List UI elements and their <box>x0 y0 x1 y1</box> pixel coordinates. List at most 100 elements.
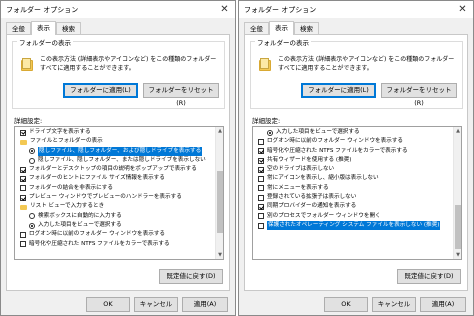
settings-category: リスト ビューで入力するとき <box>16 202 216 211</box>
settings-list-items: ドライブ文字を表示する ファイルとフォルダーの表示 隠しファイル、隠しフォルダー、お… <box>16 128 216 249</box>
tab-strip: 全般 表示 検索 <box>244 21 319 35</box>
settings-option-label: 入力した項目をビューで選択する <box>276 129 360 135</box>
apply-button[interactable]: 適用(A) <box>420 297 466 312</box>
settings-option[interactable]: 別のプロセスでフォルダー ウィンドウを開く <box>254 212 454 221</box>
checkbox[interactable] <box>258 176 264 183</box>
cancel-button[interactable]: キャンセル <box>372 297 416 312</box>
apply-to-folders-button[interactable]: フォルダーに適用(L) <box>301 83 376 98</box>
advanced-settings-label: 詳細設定: <box>14 117 43 125</box>
settings-list-items: 入力した項目をビューで選択するログオン時に以前のフォルダー ウィンドウを表示する… <box>254 128 454 231</box>
dialog-footer: OK キャンセル 適用(A) <box>239 295 473 313</box>
settings-option[interactable]: フォルダーの結合を非表示にする <box>16 184 216 193</box>
settings-option[interactable]: 隠しファイル、隠しフォルダー、または隠しドライブを表示しない <box>16 156 216 165</box>
settings-option-label: プレビュー ウィンドウでプレビューのハンドラーを表示する <box>29 194 182 201</box>
chevron-up-icon[interactable]: ▲ <box>216 127 223 135</box>
scroll-thumb[interactable] <box>455 205 461 249</box>
settings-option[interactable]: ログオン時に以前のフォルダー ウィンドウを表示する <box>254 137 454 146</box>
settings-option[interactable]: 検索ボックスに自動的に入力する <box>16 212 216 221</box>
folder-icon <box>259 58 271 72</box>
scroll-thumb[interactable] <box>217 171 223 233</box>
radio-button[interactable] <box>29 213 35 220</box>
settings-option[interactable]: 暗号化や圧縮された NTFS ファイルをカラーで表示する <box>254 147 454 156</box>
reset-folders-button[interactable]: フォルダーをリセット(R) <box>381 83 457 107</box>
settings-option[interactable]: 入力した項目をビューで選択する <box>254 128 454 137</box>
checkbox-checked[interactable] <box>20 194 26 201</box>
settings-option[interactable]: ドライブ文字を表示する <box>16 128 216 137</box>
settings-option-label: 登録されている拡張子は表示しない <box>267 194 357 201</box>
apply-to-folders-button[interactable]: フォルダーに適用(L) <box>63 83 138 98</box>
chevron-down-icon[interactable]: ▼ <box>216 251 223 259</box>
settings-option[interactable]: 登録されている拡張子は表示しない <box>254 193 454 202</box>
advanced-settings-list[interactable]: ドライブ文字を表示する ファイルとフォルダーの表示 隠しファイル、隠しフォルダー、お… <box>14 126 224 260</box>
radio-selected[interactable] <box>29 148 35 155</box>
checkbox-checked[interactable] <box>20 129 26 136</box>
folder-options-window-left: フォルダー オプション ✕ 全般 表示 検索 フォルダーの表示 この表示方法 (… <box>0 0 236 316</box>
settings-option[interactable]: 隠しファイル、隠しフォルダー、および隠しドライブを表示する <box>16 146 216 156</box>
settings-option-label: 隠しファイル、隠しフォルダー、および隠しドライブを表示する <box>38 146 203 156</box>
ok-button[interactable]: OK <box>324 297 368 312</box>
settings-option[interactable]: 同期プロバイダーの通知を表示する <box>254 202 454 211</box>
radio-selected[interactable] <box>267 129 273 136</box>
settings-option[interactable]: ログオン時に以前のフォルダー ウィンドウを表示する <box>16 230 216 239</box>
folder-icon <box>20 205 27 211</box>
checkbox[interactable] <box>258 213 264 220</box>
close-icon[interactable]: ✕ <box>218 3 231 16</box>
settings-option-label: 保護されたオペレーティング システム ファイルを表示しない (推奨) <box>267 220 441 231</box>
tab-general[interactable]: 全般 <box>6 22 31 34</box>
settings-option[interactable]: 常にアイコンを表示し、縮小版は表示しない <box>254 174 454 183</box>
tab-view[interactable]: 表示 <box>269 21 294 35</box>
apply-button[interactable]: 適用(A) <box>182 297 228 312</box>
checkbox-checked[interactable] <box>20 176 26 183</box>
settings-option[interactable]: 常にメニューを表示する <box>254 184 454 193</box>
checkbox[interactable] <box>20 241 26 248</box>
window-title: フォルダー オプション <box>6 5 79 14</box>
folder-icon <box>21 58 33 72</box>
settings-option[interactable]: 保護されたオペレーティング システム ファイルを表示しない (推奨) <box>254 220 454 231</box>
settings-option-label: 隠しファイル、隠しフォルダー、または隠しドライブを表示しない <box>38 156 206 163</box>
scrollbar[interactable]: ▲ ▼ <box>215 127 223 259</box>
tab-search[interactable]: 検索 <box>56 22 81 34</box>
checkbox[interactable] <box>258 222 264 229</box>
settings-option-label: ドライブ文字を表示する <box>29 129 91 135</box>
advanced-settings-list[interactable]: 入力した項目をビューで選択するログオン時に以前のフォルダー ウィンドウを表示する… <box>252 126 462 260</box>
settings-option[interactable]: 共有ウィザードを使用する (推奨) <box>254 156 454 165</box>
settings-option-label: 暗号化や圧縮された NTFS ファイルをカラーで表示する <box>267 147 408 154</box>
close-icon[interactable]: ✕ <box>456 3 469 16</box>
settings-option[interactable]: 入力した項目をビューで選択する <box>16 221 216 230</box>
restore-defaults-button[interactable]: 既定値に戻す(D) <box>397 269 461 284</box>
tab-search[interactable]: 検索 <box>294 22 319 34</box>
cancel-button[interactable]: キャンセル <box>134 297 178 312</box>
settings-option-label: フォルダーの結合を非表示にする <box>29 184 113 191</box>
restore-defaults-button[interactable]: 既定値に戻す(D) <box>159 269 223 284</box>
view-tab-panel: フォルダーの表示 この表示方法 (詳細表示やアイコンなど) をこの種類のフォルダ… <box>6 34 230 291</box>
checkbox-checked[interactable] <box>258 166 264 173</box>
reset-folders-button[interactable]: フォルダーをリセット(R) <box>143 83 219 107</box>
checkbox-checked[interactable] <box>258 157 264 164</box>
advanced-settings-label: 詳細設定: <box>252 117 281 125</box>
settings-option-label: ログオン時に以前のフォルダー ウィンドウを表示する <box>267 138 404 145</box>
chevron-down-icon[interactable]: ▼ <box>454 251 461 259</box>
settings-option[interactable]: フォルダーとデスクトップの項目の説明をポップアップで表示する <box>16 165 216 174</box>
settings-option-label: 常にメニューを表示する <box>267 184 329 191</box>
checkbox-checked[interactable] <box>258 148 264 155</box>
settings-option[interactable]: プレビュー ウィンドウでプレビューのハンドラーを表示する <box>16 193 216 202</box>
checkbox[interactable] <box>20 185 26 192</box>
settings-option[interactable]: 空のドライブは表示しない <box>254 165 454 174</box>
settings-option-label: 共有ウィザードを使用する (推奨) <box>267 156 352 163</box>
checkbox-checked[interactable] <box>258 204 264 211</box>
checkbox-checked[interactable] <box>20 166 26 173</box>
tab-view[interactable]: 表示 <box>31 21 56 35</box>
settings-option[interactable]: 暗号化や圧縮された NTFS ファイルをカラーで表示する <box>16 240 216 249</box>
settings-option[interactable]: フォルダーのヒントにファイル サイズ情報を表示する <box>16 174 216 183</box>
checkbox[interactable] <box>258 185 264 192</box>
radio-button[interactable] <box>29 157 35 164</box>
scrollbar[interactable]: ▲ ▼ <box>453 127 461 259</box>
checkbox[interactable] <box>258 194 264 201</box>
radio-selected[interactable] <box>29 222 35 229</box>
tab-general[interactable]: 全般 <box>244 22 269 34</box>
checkbox[interactable] <box>258 138 264 145</box>
ok-button[interactable]: OK <box>86 297 130 312</box>
checkbox[interactable] <box>20 231 26 238</box>
chevron-up-icon[interactable]: ▲ <box>454 127 461 135</box>
window-title: フォルダー オプション <box>244 5 317 14</box>
